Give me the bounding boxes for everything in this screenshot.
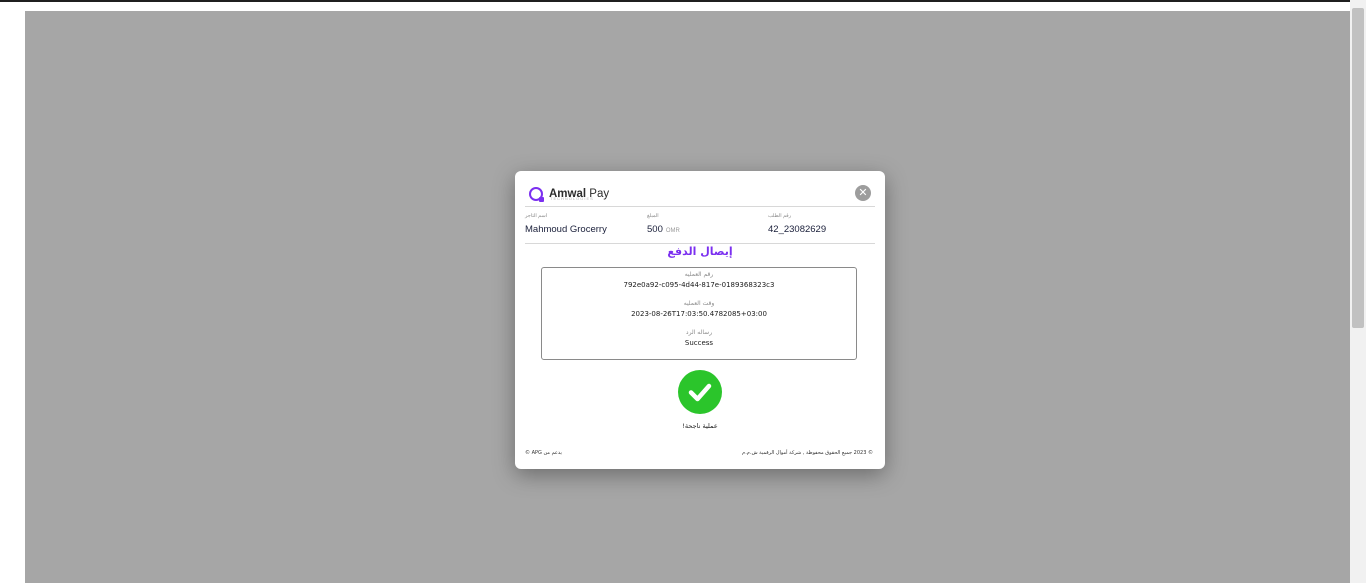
amwal-logo-icon [529, 187, 544, 202]
merchant-info: اسم التاجر Mahmoud Grocerry [525, 213, 607, 235]
browser-top-bar [0, 0, 1350, 2]
transaction-id-row: رقم العمليه 792e0a92-c095-4d44-817e-0189… [542, 271, 856, 289]
transaction-details-box: رقم العمليه 792e0a92-c095-4d44-817e-0189… [541, 267, 857, 360]
amount-currency: OMR [665, 228, 680, 234]
response-message-value: Success [684, 339, 714, 347]
success-message: عملية ناجحة! [682, 422, 718, 430]
order-info: رقم الطلب 42_23082629 [768, 213, 826, 235]
brand-tagline: TECHNOLOGIES [550, 196, 594, 201]
page-scrollbar[interactable] [1350, 0, 1366, 583]
powered-by-text: يدعم من APG © [525, 450, 562, 456]
response-message-row: رساله الرد Success [542, 329, 856, 347]
transaction-id-label: رقم العمليه [684, 271, 714, 278]
merchant-name: Mahmoud Grocerry [525, 224, 607, 235]
transaction-time-row: وقت العمليه 2023-08-26T17:03:50.4782085+… [542, 300, 856, 318]
check-circle-icon [678, 370, 722, 414]
order-label: رقم الطلب [768, 213, 792, 219]
header-divider [525, 206, 875, 207]
copyright-text: © 2023 جميع الحقوق محفوظة , شركة أموال ا… [742, 450, 873, 456]
merchant-label: اسم التاجر [525, 213, 548, 219]
amount-info: المبلغ 500 OMR [647, 213, 680, 235]
receipt-title: إيصال الدفع [667, 245, 733, 258]
transaction-time-label: وقت العمليه [683, 300, 715, 307]
scrollbar-thumb[interactable] [1352, 8, 1364, 328]
amount-value: 500 OMR [647, 224, 680, 235]
info-divider [525, 243, 875, 244]
response-message-label: رساله الرد [685, 329, 713, 336]
order-number: 42_23082629 [768, 224, 827, 235]
amount-label: المبلغ [647, 213, 659, 219]
transaction-id-value: 792e0a92-c095-4d44-817e-0189368323c3 [623, 281, 775, 289]
transaction-time-value: 2023-08-26T17:03:50.4782085+03:00 [631, 310, 767, 318]
close-button[interactable]: ✕ [855, 185, 871, 201]
payment-receipt-modal: Amwal Pay TECHNOLOGIES ✕ اسم التاجر Mahm… [515, 171, 885, 469]
modal-header: Amwal Pay TECHNOLOGIES ✕ [515, 171, 885, 207]
